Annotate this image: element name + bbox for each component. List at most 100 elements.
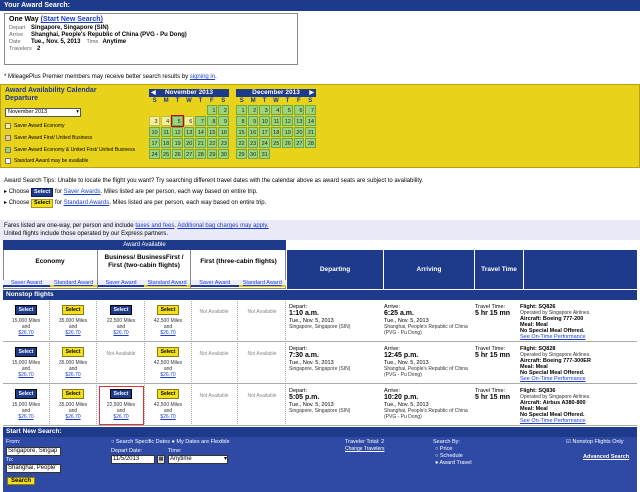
calendar-day[interactable]: 6 <box>183 116 195 126</box>
search-button[interactable]: Search <box>7 477 36 485</box>
calendar-day[interactable]: 17 <box>259 127 270 137</box>
fare-price-link[interactable]: $26.70 <box>145 414 191 420</box>
fare-price-link[interactable]: $26.70 <box>3 372 49 378</box>
calendar-day[interactable]: 22 <box>236 138 247 148</box>
business-standard-tab[interactable]: Standard Award <box>144 280 190 287</box>
select-fare-button[interactable]: Select <box>109 305 133 315</box>
calendar-day[interactable]: 4 <box>160 116 172 126</box>
next-month-icon[interactable]: ▶ <box>309 89 314 97</box>
fare-price-link[interactable]: $26.70 <box>145 330 191 336</box>
calendar-day[interactable]: 13 <box>183 127 195 137</box>
nonstop-only-checkbox[interactable]: ☑ Nonstop Flights Only <box>566 439 624 445</box>
calendar-day[interactable]: 26 <box>282 138 293 148</box>
month-select[interactable]: November 2013 ▾ <box>5 108 81 117</box>
calendar-day[interactable]: 16 <box>247 127 259 137</box>
standard-awards-link[interactable]: Standard Awards <box>64 200 110 206</box>
select-fare-button[interactable]: Select <box>14 347 38 357</box>
bag-charges-link[interactable]: Additional bag charges may apply. <box>177 223 268 229</box>
fare-price-link[interactable]: $26.70 <box>50 330 96 336</box>
calendar-day[interactable]: 25 <box>160 149 172 159</box>
to-input[interactable]: Shanghai, People' <box>6 464 61 473</box>
calendar-day[interactable]: 29 <box>206 149 218 159</box>
select-fare-button[interactable]: Select <box>61 389 85 399</box>
fare-price-link[interactable]: $26.70 <box>145 372 191 378</box>
calendar-day[interactable]: 15 <box>206 127 218 137</box>
radio-specific-dates[interactable]: ○ <box>111 439 114 445</box>
taxes-fees-link[interactable]: taxes and fees <box>135 223 174 229</box>
calendar-day[interactable]: 2 <box>247 105 259 115</box>
fare-price-link[interactable]: $26.70 <box>50 414 96 420</box>
fare-price-link[interactable]: $26.70 <box>3 414 49 420</box>
select-fare-button[interactable]: Select <box>156 389 180 399</box>
start-new-search-link[interactable]: (Start New Search) <box>41 16 103 23</box>
calendar-day[interactable]: 10 <box>149 127 160 137</box>
calendar-day[interactable]: 22 <box>206 138 218 148</box>
calendar-day[interactable]: 29 <box>236 149 247 159</box>
select-fare-button[interactable]: Select <box>14 389 38 399</box>
search-by-price[interactable]: ○ Price <box>435 446 452 452</box>
radio-flexible-dates[interactable]: ● <box>172 439 175 445</box>
calendar-day[interactable]: 5 <box>282 105 293 115</box>
calendar-day[interactable]: 2 <box>218 105 229 115</box>
calendar-day[interactable]: 18 <box>160 138 172 148</box>
calendar-day[interactable]: 4 <box>270 105 282 115</box>
fare-price-link[interactable]: $26.70 <box>98 414 144 420</box>
select-fare-button[interactable]: Select <box>14 305 38 315</box>
calendar-day[interactable]: 7 <box>195 116 206 126</box>
calendar-day[interactable]: 10 <box>259 116 270 126</box>
travel-time-heading[interactable]: Travel Time <box>475 250 523 289</box>
economy-standard-tab[interactable]: Standard Award <box>50 280 97 287</box>
calendar-day[interactable]: 21 <box>195 138 206 148</box>
calendar-day[interactable]: 27 <box>183 149 195 159</box>
calendar-day[interactable]: 30 <box>218 149 229 159</box>
calendar-day[interactable]: 7 <box>305 105 316 115</box>
calendar-day[interactable]: 11 <box>160 127 172 137</box>
calendar-day[interactable]: 1 <box>206 105 218 115</box>
on-time-performance-link[interactable]: See On-Time Performance <box>520 418 636 424</box>
calendar-day[interactable]: 1 <box>236 105 247 115</box>
calendar-day[interactable]: 23 <box>247 138 259 148</box>
calendar-day[interactable]: 26 <box>172 149 183 159</box>
calendar-day[interactable]: 8 <box>206 116 218 126</box>
prev-month-icon[interactable]: ◀ <box>151 89 156 97</box>
business-saver-tab[interactable]: Saver Award <box>98 280 144 287</box>
calendar-day[interactable]: 24 <box>259 138 270 148</box>
advanced-search-link[interactable]: Advanced Search <box>583 454 629 460</box>
first-saver-tab[interactable]: Saver Award <box>191 280 239 287</box>
signing-in-link[interactable]: signing in <box>190 74 215 80</box>
calendar-day[interactable]: 28 <box>195 149 206 159</box>
fare-price-link[interactable]: $26.70 <box>3 330 49 336</box>
calendar-day[interactable]: 5 <box>171 115 184 127</box>
calendar-day[interactable]: 12 <box>282 116 293 126</box>
fare-price-link[interactable]: $26.70 <box>50 372 96 378</box>
calendar-day[interactable]: 14 <box>305 116 316 126</box>
search-by-award[interactable]: ● Award Travel <box>435 460 472 466</box>
select-fare-button[interactable]: Select <box>109 389 133 399</box>
time-select[interactable]: Anytime ▾ <box>168 455 228 464</box>
calendar-day[interactable]: 14 <box>195 127 206 137</box>
calendar-day[interactable]: 18 <box>270 127 282 137</box>
calendar-day[interactable]: 13 <box>293 116 305 126</box>
calendar-day[interactable]: 8 <box>236 116 247 126</box>
saver-awards-link[interactable]: Saver Awards <box>64 189 101 195</box>
first-standard-tab[interactable]: Standard Award <box>238 280 286 287</box>
departing-heading[interactable]: Departing <box>287 250 383 289</box>
on-time-performance-link[interactable]: See On-Time Performance <box>520 334 636 340</box>
select-fare-button[interactable]: Select <box>61 347 85 357</box>
select-fare-button[interactable]: Select <box>156 347 180 357</box>
calendar-day[interactable]: 19 <box>172 138 183 148</box>
economy-saver-tab[interactable]: Saver Award <box>3 280 50 287</box>
calendar-day[interactable]: 12 <box>172 127 183 137</box>
calendar-day[interactable]: 6 <box>293 105 305 115</box>
calendar-day[interactable]: 21 <box>305 127 316 137</box>
calendar-day[interactable]: 9 <box>247 116 259 126</box>
select-fare-button[interactable]: Select <box>156 305 180 315</box>
calendar-day[interactable]: 31 <box>259 149 270 159</box>
calendar-day[interactable]: 15 <box>236 127 247 137</box>
calendar-day[interactable]: 20 <box>183 138 195 148</box>
calendar-day[interactable]: 25 <box>270 138 282 148</box>
change-travelers-link[interactable]: Change Travelers <box>345 446 384 452</box>
calendar-day[interactable]: 9 <box>218 116 229 126</box>
calendar-day[interactable]: 27 <box>293 138 305 148</box>
calendar-day[interactable]: 20 <box>293 127 305 137</box>
